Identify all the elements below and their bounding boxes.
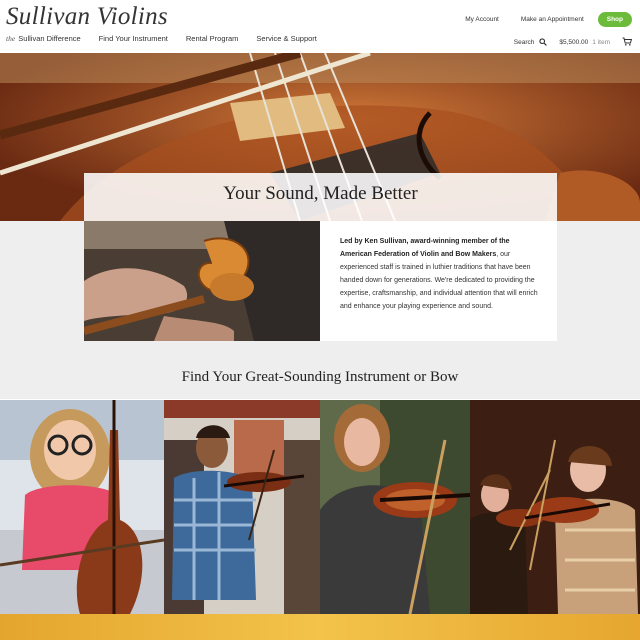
make-appointment-link[interactable]: Make an Appointment: [521, 16, 584, 23]
nav-item-rental-program[interactable]: Rental Program: [186, 34, 239, 43]
nav-item-prefix: the: [6, 34, 16, 43]
cart-icon[interactable]: [622, 37, 633, 48]
nav-item-service-support[interactable]: Service & Support: [256, 34, 316, 43]
photo-violin-duo[interactable]: [470, 400, 640, 614]
search-icon[interactable]: [539, 37, 548, 48]
footer-accent-band: [0, 614, 640, 640]
photo-boy-violin[interactable]: [164, 400, 320, 614]
nav-item-sullivan-difference[interactable]: the Sullivan Difference: [6, 34, 81, 43]
nav-item-label: Service & Support: [256, 34, 317, 43]
my-account-link[interactable]: My Account: [465, 16, 499, 23]
luthier-photo: [84, 221, 320, 341]
shop-button[interactable]: Shop: [597, 12, 632, 27]
site-logo[interactable]: Sullivan Violins: [6, 3, 168, 31]
main-nav: the Sullivan Difference Find Your Instru…: [6, 34, 335, 43]
photo-woman-violin[interactable]: [320, 400, 470, 614]
hero-title: Your Sound, Made Better: [223, 183, 418, 204]
find-section-title: Find Your Great-Sounding Instrument or B…: [181, 369, 459, 385]
nav-item-find-instrument[interactable]: Find Your Instrument: [99, 34, 168, 43]
cart-total[interactable]: $5,500.00: [559, 39, 588, 46]
intro-bold-text: Led by Ken Sullivan, award-winning membe…: [340, 238, 510, 258]
cart-item-count[interactable]: 1 item: [592, 39, 610, 46]
hero-banner: Your Sound, Made Better: [0, 53, 640, 221]
top-links: My Account Make an Appointment Shop: [443, 12, 632, 27]
hero-title-panel: Your Sound, Made Better: [84, 173, 557, 221]
nav-item-label: Find Your Instrument: [98, 34, 168, 43]
nav-item-label: Rental Program: [185, 34, 239, 43]
site-header: Sullivan Violins the Sullivan Difference…: [0, 0, 640, 52]
photo-girl-cello[interactable]: [0, 400, 164, 614]
search-label[interactable]: Search: [514, 39, 535, 46]
utility-bar: Search $5,500.00 1 item: [514, 37, 633, 48]
intro-text-card: Led by Ken Sullivan, award-winning membe…: [320, 221, 557, 341]
intro-body-text: , our experienced staff is trained in lu…: [340, 251, 538, 310]
nav-item-label: Sullivan Difference: [18, 34, 81, 43]
